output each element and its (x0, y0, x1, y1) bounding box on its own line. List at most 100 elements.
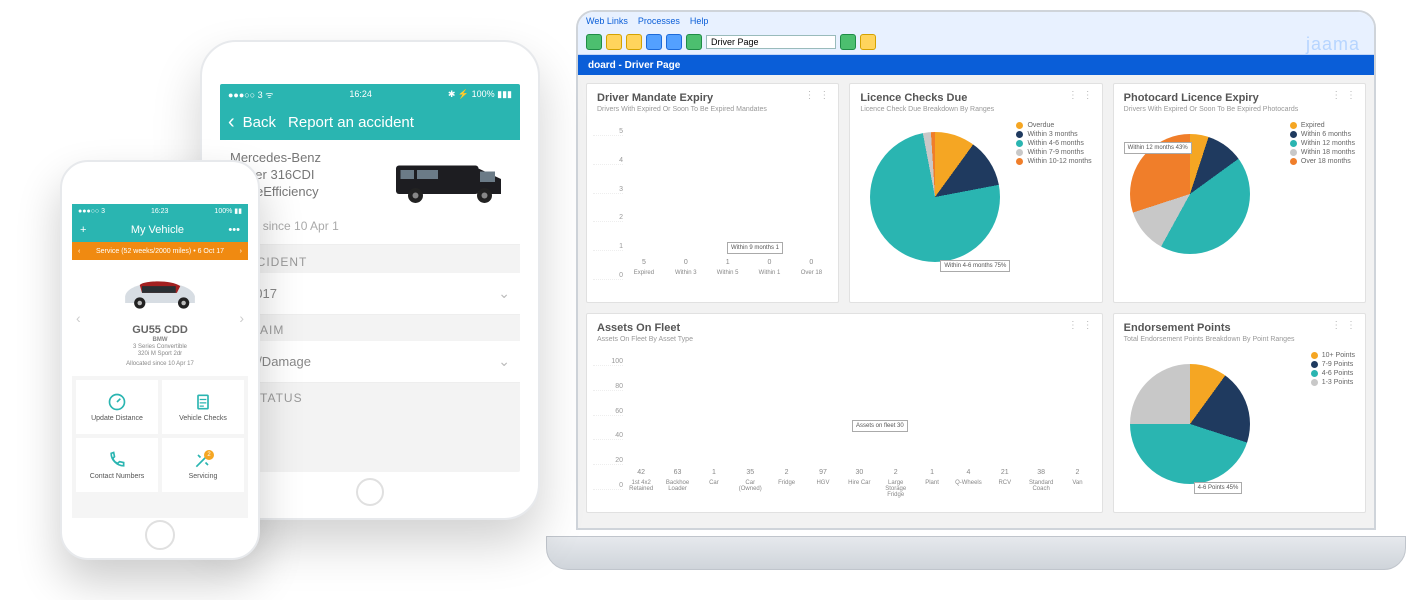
chart-callout: Within 4-6 months 75% (940, 260, 1010, 272)
card-subtitle: Assets On Fleet By Asset Type (597, 336, 1092, 343)
card-photocard-expiry: ⋮ ⋮ Photocard Licence Expiry Drivers Wit… (1113, 83, 1366, 303)
menu-processes[interactable]: Processes (638, 16, 680, 26)
tile-label: Contact Numbers (90, 473, 144, 480)
chart-callout: Within 12 months 43% (1124, 142, 1192, 154)
card-subtitle: Drivers With Expired Or Soon To Be Expir… (1124, 106, 1355, 113)
y-axis: 543210 (593, 128, 623, 280)
laptop-base (546, 536, 1406, 570)
vehicle-trim: 320i M Sport 2dr (80, 351, 240, 357)
date-row[interactable]: 03/2017 ⌄ (220, 273, 520, 315)
tile-contact-numbers[interactable]: Contact Numbers (76, 438, 158, 492)
allocation-date: Allocated since 10 Apr 17 (80, 361, 240, 367)
navbar: ‹ Back Report an accident (220, 104, 520, 140)
back-icon[interactable]: ‹ (228, 111, 235, 134)
notification-badge: 2 (204, 450, 214, 460)
tile-label: Update Distance (91, 415, 143, 422)
chevron-left-icon[interactable]: ‹ (78, 248, 80, 255)
tile-vehicle-checks[interactable]: Vehicle Checks (162, 380, 244, 434)
page-title: Report an accident (284, 114, 512, 131)
action-grid: Update Distance Vehicle Checks Contact N… (72, 376, 248, 496)
card-subtitle: Licence Check Due Breakdown By Ranges (860, 106, 1091, 113)
tile-label: Servicing (189, 473, 218, 480)
laptop-screen: Web Links Processes Help jaama doard - D… (576, 10, 1376, 530)
tile-label: Vehicle Checks (179, 415, 227, 422)
card-licence-checks-due: ⋮ ⋮ Licence Checks Due Licence Check Due… (849, 83, 1102, 303)
card-assets-on-fleet: ⋮ ⋮ Assets On Fleet Assets On Fleet By A… (586, 313, 1103, 513)
card-title: Endorsement Points (1124, 322, 1355, 334)
van-image (390, 150, 510, 214)
vehicle-model: 3 Series Convertible (80, 344, 240, 350)
status-bar: ●●●○○ 3 ᯤ 16:24 ✱ ⚡ 100% ▮▮▮ (220, 84, 520, 104)
navbar: + My Vehicle ••• (72, 218, 248, 242)
carrier-signal: ●●●○○ 3 ᯤ (228, 88, 273, 101)
vehicle-card: ‹ › GU55 CDD BMW 3 Series Convertible 32… (72, 260, 248, 376)
chevron-down-icon: ⌄ (498, 353, 510, 370)
vehicle-make: BMW (80, 337, 240, 343)
banner-text: Service (52 weeks/2000 miles) • 6 Oct 17 (96, 248, 224, 255)
more-icon[interactable]: ••• (228, 224, 240, 236)
clipboard-icon (193, 392, 213, 412)
toolbar-icon[interactable] (586, 34, 602, 50)
toolbar-icon[interactable] (626, 34, 642, 50)
registration-plate: GU55 CDD (80, 324, 240, 336)
toolbar-icon[interactable] (646, 34, 662, 50)
chart-legend: ExpiredWithin 6 monthsWithin 12 monthsWi… (1290, 120, 1355, 167)
card-menu-icon[interactable]: ⋮ ⋮ (1331, 320, 1357, 331)
toolbar-page-input[interactable] (706, 35, 836, 49)
allocation-date: cated since 10 Apr 1 (230, 219, 510, 235)
tablet-screen: ●●●○○ 3 ᯤ 16:24 ✱ ⚡ 100% ▮▮▮ ‹ Back Repo… (220, 84, 520, 472)
chart-callout: Assets on fleet 30 (852, 420, 908, 432)
toolbar-icon[interactable] (686, 34, 702, 50)
toolbar-go-icon[interactable] (840, 34, 856, 50)
car-image (115, 270, 205, 318)
card-menu-icon[interactable]: ⋮ ⋮ (1068, 320, 1094, 331)
home-button[interactable] (145, 520, 175, 550)
card-subtitle: Total Endorsement Points Breakdown By Po… (1124, 336, 1355, 343)
card-subtitle: Drivers With Expired Or Soon To Be Expir… (597, 106, 828, 113)
tile-update-distance[interactable]: Update Distance (76, 380, 158, 434)
brand-logo: jaama (1306, 34, 1360, 55)
carrier-signal: ●●●○○ 3 (78, 208, 105, 215)
menu-help[interactable]: Help (690, 16, 709, 26)
chart-legend: OverdueWithin 3 monthsWithin 4-6 monthsW… (1016, 120, 1091, 167)
laptop-device-frame: Web Links Processes Help jaama doard - D… (546, 0, 1406, 570)
section-header-status: LE STATUS (230, 391, 520, 405)
chart-callout: Within 9 months 1 (727, 242, 783, 254)
add-button[interactable]: + (80, 224, 86, 236)
bar-chart: 5Expired0Within 31Within 50Within 10Over… (627, 128, 828, 280)
home-button[interactable] (356, 478, 384, 506)
toolbar-icon[interactable] (606, 34, 622, 50)
tile-servicing[interactable]: Servicing 2 (162, 438, 244, 492)
menu-weblinks[interactable]: Web Links (586, 16, 628, 26)
chart-legend: 10+ Points7-9 Points4-6 Points1-3 Points (1311, 350, 1355, 388)
toolbar-folder-icon[interactable] (860, 34, 876, 50)
toolbar-search-icon[interactable] (666, 34, 682, 50)
battery-indicator: 100% ▮▮ (214, 207, 242, 215)
next-vehicle-icon[interactable]: › (239, 310, 244, 326)
phone-icon (107, 450, 127, 470)
clock: 16:24 (349, 89, 372, 99)
section-header-claim: F CLAIM (230, 323, 520, 337)
app-menubar[interactable]: Web Links Processes Help (578, 12, 1374, 30)
section-header-incident: F INCIDENT (230, 255, 520, 269)
chevron-right-icon[interactable]: › (240, 248, 242, 255)
prev-vehicle-icon[interactable]: ‹ (76, 310, 81, 326)
card-menu-icon[interactable]: ⋮ ⋮ (1068, 90, 1094, 101)
dashboard-grid: ⋮ ⋮ Driver Mandate Expiry Drivers With E… (578, 75, 1374, 529)
pie-chart (1130, 364, 1250, 484)
phone-screen: ●●●○○ 3 16:23 100% ▮▮ + My Vehicle ••• ‹… (72, 204, 248, 518)
card-menu-icon[interactable]: ⋮ ⋮ (805, 90, 831, 101)
claim-type-row[interactable]: ident/Damage ⌄ (220, 341, 520, 383)
back-button[interactable]: Back (243, 114, 276, 131)
card-menu-icon[interactable]: ⋮ ⋮ (1331, 90, 1357, 101)
card-title: Driver Mandate Expiry (597, 92, 828, 104)
card-title: Licence Checks Due (860, 92, 1091, 104)
service-banner[interactable]: ‹ Service (52 weeks/2000 miles) • 6 Oct … (72, 242, 248, 260)
card-title: Assets On Fleet (597, 322, 1092, 334)
odometer-icon (107, 392, 127, 412)
page-title-bar: doard - Driver Page (578, 55, 1374, 75)
card-title: Photocard Licence Expiry (1124, 92, 1355, 104)
chevron-down-icon: ⌄ (498, 285, 510, 302)
page-title: My Vehicle (131, 224, 184, 236)
app-toolbar (578, 30, 1374, 55)
